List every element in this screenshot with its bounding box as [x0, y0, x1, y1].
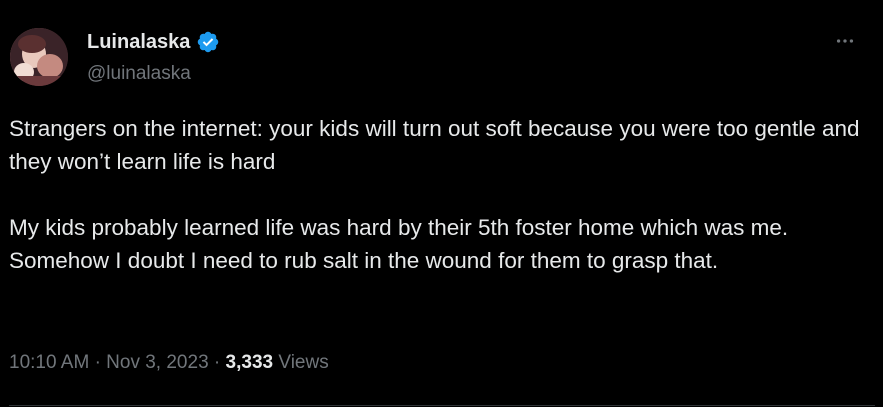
- author-handle[interactable]: @luinalaska: [87, 62, 191, 86]
- views-link[interactable]: 3,333 Views: [226, 352, 329, 373]
- avatar[interactable]: [10, 28, 68, 86]
- more-horizontal-icon[interactable]: [832, 28, 858, 54]
- verified-badge-icon[interactable]: [196, 30, 220, 54]
- divider: [9, 405, 875, 406]
- tweet-metadata: 10:10 AM · Nov 3, 2023 · 3,333 Views: [9, 349, 329, 377]
- meta-separator: ·: [94, 352, 101, 373]
- views-count: 3,333: [225, 352, 274, 373]
- views-label: Views: [278, 352, 329, 373]
- tweet-date: Nov 3, 2023: [106, 352, 209, 373]
- author-name-row: Luinalaska: [87, 30, 220, 54]
- avatar-image: [10, 28, 68, 86]
- meta-separator: ·: [213, 352, 221, 373]
- tweet-paragraph: My kids probably learned life was hard b…: [9, 215, 789, 273]
- tweet-card: Luinalaska @luinalaska Strangers on the …: [0, 0, 883, 407]
- author-display-name[interactable]: Luinalaska: [87, 30, 190, 54]
- tweet-timestamp-link[interactable]: 10:10 AM · Nov 3, 2023: [9, 352, 209, 373]
- tweet-text: Strangers on the internet: your kids wil…: [9, 112, 869, 277]
- tweet-time: 10:10 AM: [9, 352, 90, 373]
- tweet-paragraph: Strangers on the internet: your kids wil…: [9, 116, 860, 174]
